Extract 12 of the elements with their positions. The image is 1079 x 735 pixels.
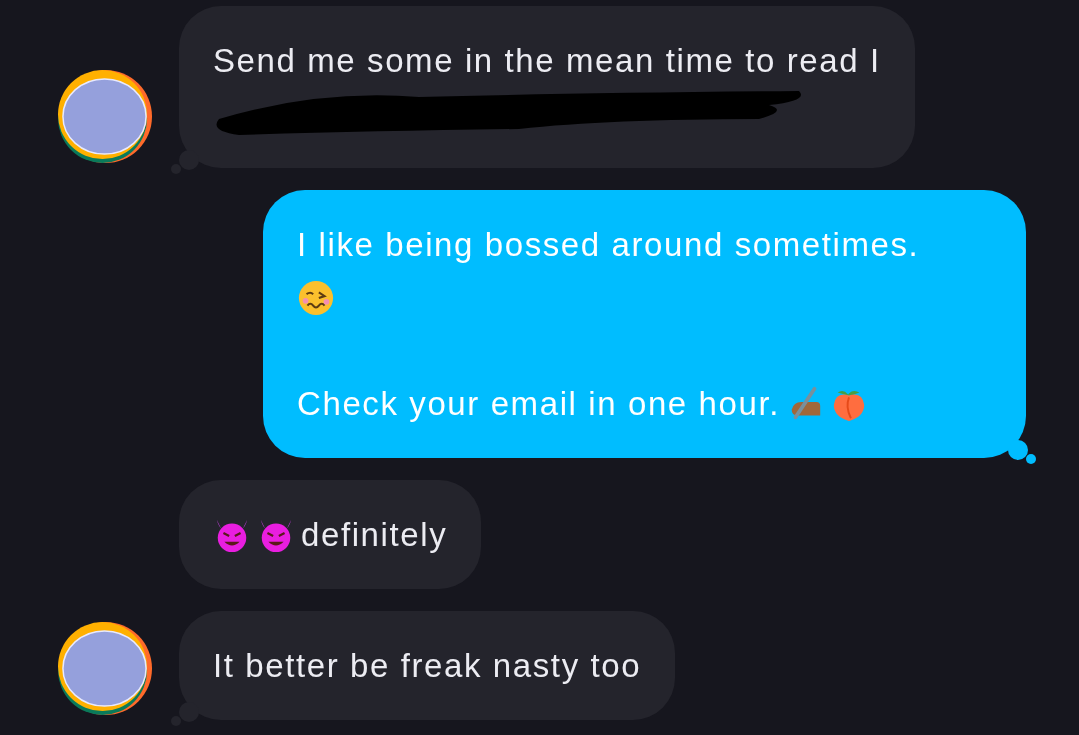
message-text: I like being bossed around sometimes.: [297, 225, 920, 265]
message-text: Check your email in one hour.: [297, 384, 780, 424]
received-message-bubble[interactable]: Send me some in the mean time to read I: [179, 6, 915, 168]
message-text: Send me some in the mean time to read I: [213, 41, 881, 81]
message-text: definitely: [301, 515, 448, 555]
bubble-tail-icon: [1006, 440, 1036, 464]
avatar[interactable]: [58, 69, 153, 164]
avatar[interactable]: [58, 621, 153, 716]
received-message-bubble[interactable]: It better be freak nasty too: [179, 611, 676, 720]
message-text: It better be freak nasty too: [213, 646, 642, 686]
woozy-face-icon: [297, 278, 335, 317]
received-message-bubble[interactable]: definitely: [179, 480, 482, 589]
